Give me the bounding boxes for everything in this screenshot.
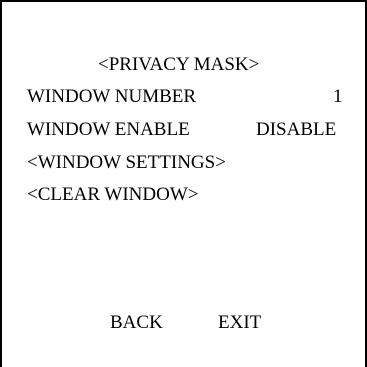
window-number-item[interactable]: WINDOW NUMBER: [27, 86, 196, 108]
window-number-value[interactable]: 1: [333, 86, 343, 108]
back-button[interactable]: BACK: [110, 312, 163, 334]
window-enable-value[interactable]: DISABLE: [256, 119, 336, 141]
exit-button[interactable]: EXIT: [218, 312, 261, 334]
window-enable-item[interactable]: WINDOW ENABLE: [27, 119, 190, 141]
window-settings-item[interactable]: <WINDOW SETTINGS>: [27, 152, 226, 174]
menu-title: <PRIVACY MASK>: [98, 54, 260, 75]
clear-window-item[interactable]: <CLEAR WINDOW>: [27, 184, 198, 206]
